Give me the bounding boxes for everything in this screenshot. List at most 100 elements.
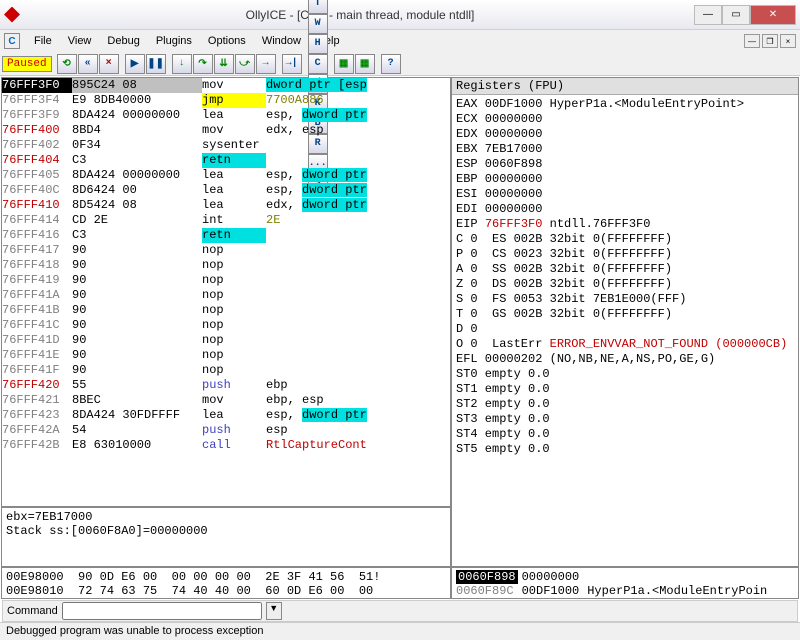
register-line: EDI 00000000 bbox=[456, 202, 794, 217]
register-line: S 0 FS 0053 32bit 7EB1E000(FFF) bbox=[456, 292, 794, 307]
disasm-row[interactable]: 76FFF41E90nop bbox=[2, 348, 450, 363]
disasm-row[interactable]: 76FFF42A54pushesp bbox=[2, 423, 450, 438]
disasm-row[interactable]: 76FFF40C8D6424 00leaesp, dword ptr bbox=[2, 183, 450, 198]
command-input[interactable] bbox=[62, 602, 262, 620]
minimize-button[interactable]: — bbox=[694, 5, 722, 25]
dump-row[interactable]: 00E98000 90 0D E6 00 00 00 00 00 2E 3F 4… bbox=[6, 570, 450, 584]
disasm-row[interactable]: 76FFF3F98DA424 00000000leaesp, dword ptr bbox=[2, 108, 450, 123]
disasm-row[interactable]: 76FFF41790nop bbox=[2, 243, 450, 258]
disasm-row[interactable]: 76FFF41D90nop bbox=[2, 333, 450, 348]
stop-button[interactable]: × bbox=[99, 54, 119, 74]
hex-dump-pane[interactable]: 00E98000 90 0D E6 00 00 00 00 00 2E 3F 4… bbox=[2, 568, 452, 598]
disasm-row[interactable]: 76FFF416C3retn bbox=[2, 228, 450, 243]
app-icon bbox=[4, 7, 20, 23]
menu-file[interactable]: File bbox=[26, 33, 60, 49]
disasm-row[interactable]: 76FFF3F0895C24 08movdword ptr [esp bbox=[2, 78, 450, 93]
register-line: ESI 00000000 bbox=[456, 187, 794, 202]
disasm-row[interactable]: 76FFF41990nop bbox=[2, 273, 450, 288]
disasm-row[interactable]: 76FFF41890nop bbox=[2, 258, 450, 273]
mdi-close[interactable]: × bbox=[780, 34, 796, 48]
register-line: ST2 empty 0.0 bbox=[456, 397, 794, 412]
register-line: A 0 SS 002B 32bit 0(FFFFFFFF) bbox=[456, 262, 794, 277]
disasm-row[interactable]: 76FFF4238DA424 30FDFFFFleaesp, dword ptr bbox=[2, 408, 450, 423]
step-into-button[interactable]: ↓ bbox=[172, 54, 192, 74]
info-line-1: ebx=7EB17000 bbox=[6, 510, 446, 524]
command-label: Command bbox=[7, 605, 58, 617]
toolbar-c-button[interactable]: C bbox=[308, 54, 328, 74]
execute-till-button[interactable]: → bbox=[256, 54, 276, 74]
disasm-row[interactable]: 76FFF41C90nop bbox=[2, 318, 450, 333]
disasm-row[interactable]: 76FFF4020F34sysenter bbox=[2, 138, 450, 153]
status-bar: Debugged program was unable to process e… bbox=[0, 622, 800, 640]
menu-plugins[interactable]: Plugins bbox=[148, 33, 200, 49]
stack-comment bbox=[587, 570, 767, 584]
close-button[interactable]: ✕ bbox=[750, 5, 796, 25]
trace-into-button[interactable]: ⇊ bbox=[214, 54, 234, 74]
register-line: ST0 empty 0.0 bbox=[456, 367, 794, 382]
stack-value: 00DF1000 bbox=[522, 584, 580, 598]
stack-value: 00000000 bbox=[522, 570, 580, 584]
help-button[interactable]: ? bbox=[381, 54, 401, 74]
disasm-row[interactable]: 76FFF4058DA424 00000000leaesp, dword ptr bbox=[2, 168, 450, 183]
menu-bar: C FileViewDebugPluginsOptionsWindowHelp … bbox=[0, 30, 800, 52]
title-bar: OllyICE - [CPU - main thread, module ntd… bbox=[0, 0, 800, 30]
stack-addr[interactable]: 0060F898 bbox=[456, 570, 518, 584]
dump-row[interactable]: 00E98010 72 74 63 75 74 40 40 00 60 0D E… bbox=[6, 584, 450, 598]
pause-button[interactable]: ❚❚ bbox=[146, 54, 166, 74]
disasm-row[interactable]: 76FFF41F90nop bbox=[2, 363, 450, 378]
register-line: EDX 00000000 bbox=[456, 127, 794, 142]
options-2-button[interactable]: ▦ bbox=[355, 54, 375, 74]
trace-over-button[interactable]: ⤻ bbox=[235, 54, 255, 74]
disasm-row[interactable]: 76FFF3F4E9 8DB40000jmp7700A886 bbox=[2, 93, 450, 108]
disassembly-pane[interactable]: 76FFF3F0895C24 08movdword ptr [esp76FFF3… bbox=[2, 78, 452, 508]
register-line: EBX 7EB17000 bbox=[456, 142, 794, 157]
register-line: EAX 00DF1000 HyperP1a.<ModuleEntryPoint> bbox=[456, 97, 794, 112]
disasm-row[interactable]: 76FFF41A90nop bbox=[2, 288, 450, 303]
menu-options[interactable]: Options bbox=[200, 33, 254, 49]
register-line: D 0 bbox=[456, 322, 794, 337]
register-line: EIP 76FFF3F0 ntdll.76FFF3F0 bbox=[456, 217, 794, 232]
status-paused: Paused bbox=[2, 56, 52, 72]
status-text: Debugged program was unable to process e… bbox=[6, 625, 263, 637]
step-over-button[interactable]: ↷ bbox=[193, 54, 213, 74]
register-line: ST1 empty 0.0 bbox=[456, 382, 794, 397]
disasm-row[interactable]: 76FFF42055pushebp bbox=[2, 378, 450, 393]
registers-pane[interactable]: Registers (FPU) EAX 00DF1000 HyperP1a.<M… bbox=[452, 78, 798, 568]
register-line: T 0 GS 002B 32bit 0(FFFFFFFF) bbox=[456, 307, 794, 322]
rewind-button[interactable]: « bbox=[78, 54, 98, 74]
disasm-row[interactable]: 76FFF404C3retn bbox=[2, 153, 450, 168]
menu-view[interactable]: View bbox=[60, 33, 100, 49]
maximize-button[interactable]: ▭ bbox=[722, 5, 750, 25]
mdi-minimize[interactable]: — bbox=[744, 34, 760, 48]
disasm-row[interactable]: 76FFF41B90nop bbox=[2, 303, 450, 318]
toolbar-h-button[interactable]: H bbox=[308, 34, 328, 54]
toolbar-w-button[interactable]: W bbox=[308, 14, 328, 34]
run-button[interactable]: ▶ bbox=[125, 54, 145, 74]
restart-button[interactable]: ⟲ bbox=[57, 54, 77, 74]
disasm-row[interactable]: 76FFF4008BD4movedx, esp bbox=[2, 123, 450, 138]
command-bar: Command ▼ bbox=[2, 600, 798, 622]
menu-debug[interactable]: Debug bbox=[99, 33, 147, 49]
mdi-restore[interactable]: ❐ bbox=[762, 34, 778, 48]
menu-window[interactable]: Window bbox=[254, 33, 309, 49]
options-1-button[interactable]: ▦ bbox=[334, 54, 354, 74]
cpu-workspace: 76FFF3F0895C24 08movdword ptr [esp76FFF3… bbox=[1, 77, 799, 599]
register-line: ST4 empty 0.0 bbox=[456, 427, 794, 442]
disasm-row[interactable]: 76FFF414CD 2Eint2E bbox=[2, 213, 450, 228]
register-line: EBP 00000000 bbox=[456, 172, 794, 187]
goto-button[interactable]: →| bbox=[282, 54, 302, 74]
mdi-cpu-icon[interactable]: C bbox=[4, 33, 20, 49]
window-buttons: — ▭ ✕ bbox=[694, 5, 796, 25]
stack-pane[interactable]: 0060F8980060F89C0060F8A00060F8A400000000… bbox=[452, 568, 798, 598]
register-line: ECX 00000000 bbox=[456, 112, 794, 127]
disasm-row[interactable]: 76FFF4108D5424 08leaedx, dword ptr bbox=[2, 198, 450, 213]
disasm-row[interactable]: 76FFF42BE8 63010000callRtlCaptureCont bbox=[2, 438, 450, 453]
stack-addr[interactable]: 0060F89C bbox=[456, 584, 518, 598]
window-title: OllyICE - [CPU - main thread, module ntd… bbox=[26, 8, 694, 22]
register-line: O 0 LastErr ERROR_ENVVAR_NOT_FOUND (0000… bbox=[456, 337, 794, 352]
command-dropdown[interactable]: ▼ bbox=[266, 602, 282, 620]
register-line: C 0 ES 002B 32bit 0(FFFFFFFF) bbox=[456, 232, 794, 247]
toolbar-t-button[interactable]: T bbox=[308, 0, 328, 14]
disasm-row[interactable]: 76FFF4218BECmovebp, esp bbox=[2, 393, 450, 408]
info-line-2: Stack ss:[0060F8A0]=00000000 bbox=[6, 524, 446, 538]
